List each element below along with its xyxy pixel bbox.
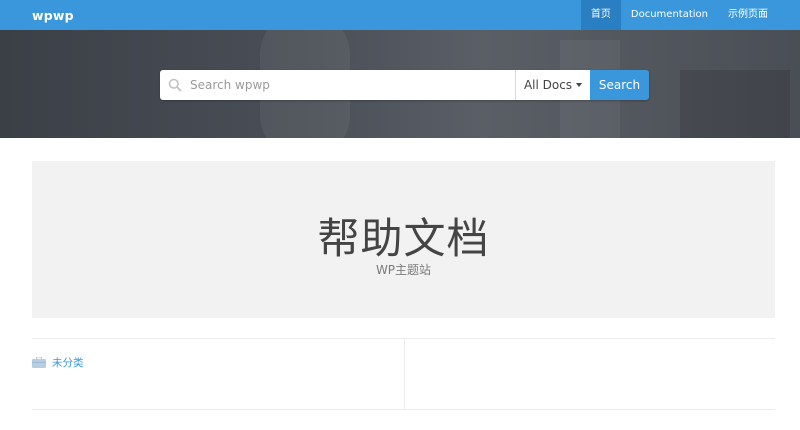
search-form: All Docs Search: [160, 70, 649, 100]
main-nav: 首页 Documentation 示例页面: [580, 0, 778, 30]
search-input[interactable]: [190, 78, 500, 92]
top-navbar: wpwp 首页 Documentation 示例页面: [0, 0, 800, 30]
page-subtitle: WP主题站: [375, 263, 432, 277]
category-grid: 未分类: [32, 338, 775, 410]
docs-scope-dropdown[interactable]: All Docs: [516, 70, 590, 100]
nav-item-home[interactable]: 首页: [580, 0, 621, 30]
category-label: 未分类: [52, 357, 84, 369]
category-cell-empty: [403, 339, 776, 409]
search-icon: [160, 70, 190, 100]
search-field: [160, 70, 516, 100]
docs-scope-label: All Docs: [523, 78, 573, 92]
page-header-panel: 帮助文档 WP主题站: [32, 161, 775, 318]
page-title: 帮助文档: [317, 214, 490, 263]
banner-background-shape: [680, 70, 790, 138]
folder-icon: [32, 357, 46, 368]
category-cell: 未分类: [32, 339, 404, 409]
nav-item-sample-page[interactable]: 示例页面: [718, 0, 778, 30]
search-button[interactable]: Search: [590, 70, 649, 100]
hero-banner: All Docs Search: [0, 30, 800, 138]
nav-item-documentation[interactable]: Documentation: [621, 0, 718, 30]
caret-down-icon: [576, 83, 583, 87]
site-brand[interactable]: wpwp: [32, 8, 74, 23]
category-link-uncategorized[interactable]: 未分类: [32, 355, 84, 370]
